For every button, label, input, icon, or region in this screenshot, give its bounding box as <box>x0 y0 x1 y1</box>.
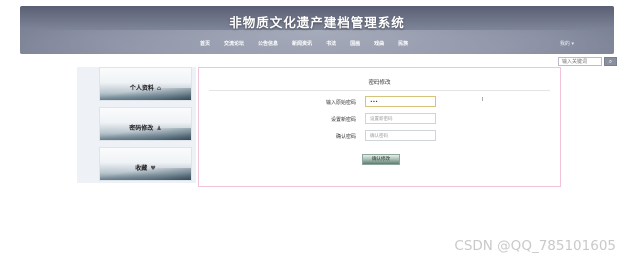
nav-item-announcements[interactable]: 公告信息 <box>258 40 278 47</box>
search-button[interactable]: ⌕ <box>604 57 617 66</box>
nav-item-calligraphy[interactable]: 书法 <box>326 40 336 47</box>
field-value: ••• <box>370 100 378 105</box>
nav-item-home[interactable]: 首页 <box>200 40 210 47</box>
field-placeholder: 设置新密码 <box>370 117 393 122</box>
home-icon: ⌂ <box>156 85 162 92</box>
old-password-input[interactable]: ••• I <box>365 96 483 107</box>
divider <box>209 90 550 91</box>
password-change-panel: 密码修改 输入原始密码 ••• I 设置新密码 设置新密码 确认密码 确认密码 … <box>198 67 561 187</box>
user-menu[interactable]: 我的 ▾ <box>560 40 574 47</box>
search-input[interactable] <box>558 57 602 66</box>
user-icon: ♟ <box>156 125 162 132</box>
nav-item-ethnic[interactable]: 民族 <box>398 40 408 47</box>
form-row-confirm-password: 确认密码 确认密码 <box>199 130 560 142</box>
nav-item-forum[interactable]: 交流论坛 <box>224 40 244 47</box>
text-cursor-icon: I <box>481 97 483 103</box>
nav-item-opera[interactable]: 戏曲 <box>374 40 384 47</box>
site-title: 非物质文化遗产建档管理系统 <box>229 15 405 30</box>
nav-item-painting[interactable]: 国画 <box>350 40 360 47</box>
sidebar-item-favorites[interactable]: 收藏 ♥ <box>99 147 192 181</box>
field-label: 确认密码 <box>335 134 356 140</box>
confirm-password-input[interactable]: 确认密码 <box>365 130 436 141</box>
field-placeholder: 确认密码 <box>370 134 388 139</box>
nav-item-news[interactable]: 新闻资讯 <box>292 40 312 47</box>
search-icon: ⌕ <box>608 58 613 65</box>
confirm-change-button[interactable]: 确认修改 <box>362 154 400 165</box>
sidebar-item-label: 收藏 <box>135 165 148 172</box>
form-row-new-password: 设置新密码 设置新密码 <box>199 113 560 125</box>
sidebar-item-label: 个人资料 <box>129 85 154 92</box>
sidebar-item-profile[interactable]: 个人资料 ⌂ <box>99 67 192 101</box>
field-label: 设置新密码 <box>330 117 356 123</box>
sidebar-item-password[interactable]: 密码修改 ♟ <box>99 107 192 141</box>
site-header: 非物质文化遗产建档管理系统 首页 交流论坛 公告信息 新闻资讯 书法 国画 戏曲… <box>20 6 614 54</box>
field-label: 输入原始密码 <box>325 100 356 106</box>
watermark: CSDN @QQ_785101605 <box>454 238 616 254</box>
panel-title: 密码修改 <box>368 80 391 86</box>
main-nav: 首页 交流论坛 公告信息 新闻资讯 书法 国画 戏曲 民族 <box>200 40 422 47</box>
heart-icon: ♥ <box>150 165 156 172</box>
sidebar: 个人资料 ⌂ 密码修改 ♟ 收藏 ♥ <box>77 67 196 183</box>
new-password-input[interactable]: 设置新密码 <box>365 113 436 124</box>
sidebar-item-label: 密码修改 <box>129 125 154 132</box>
form-row-old-password: 输入原始密码 ••• I <box>199 96 560 108</box>
